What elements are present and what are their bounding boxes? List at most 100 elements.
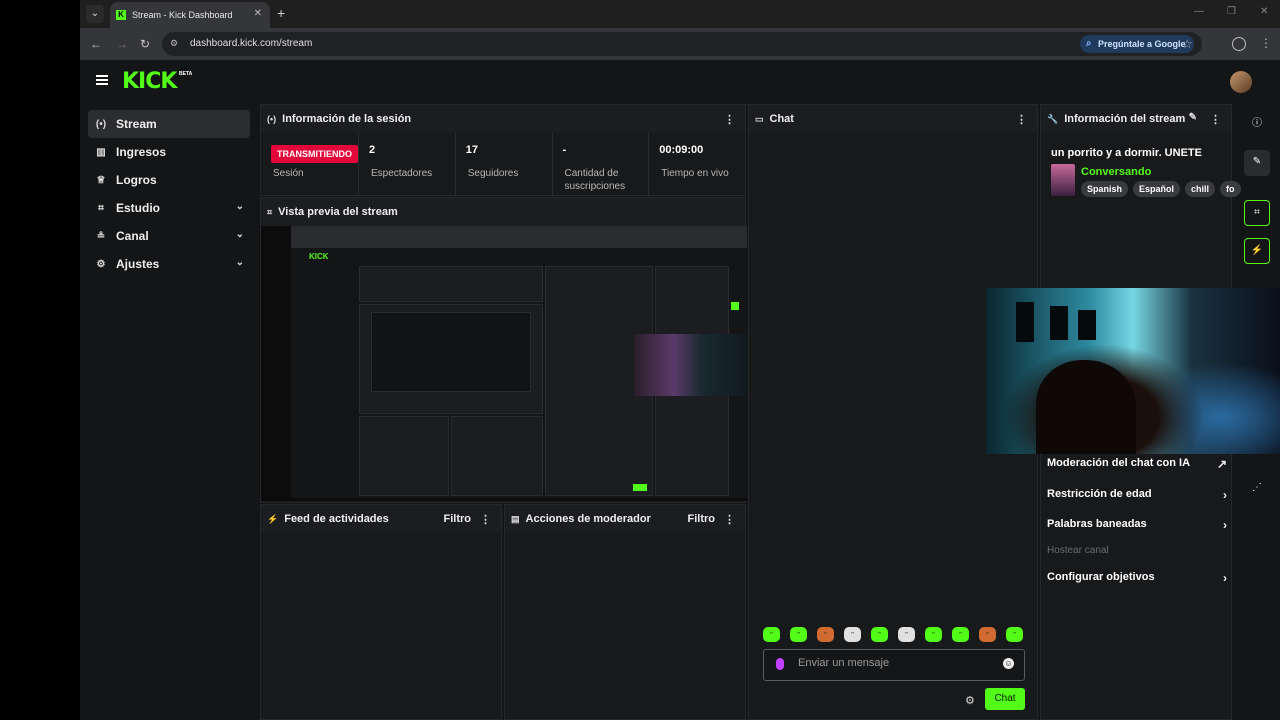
edit-pencil-icon[interactable]: ✎ [1244,150,1270,176]
chat-settings-gear-icon[interactable]: ⚙ [965,694,975,707]
wall-frame [1078,310,1096,340]
restore-icon[interactable]: ❐ [1227,6,1236,17]
lightning-icon: ⚡ [267,513,279,524]
emote-icon[interactable]: ᵔ [871,627,888,642]
ask-google-button[interactable]: Pregúntale a Google [1080,35,1194,53]
minimize-icon[interactable]: — [1194,6,1204,17]
preview-chat-button [633,484,647,491]
bookmark-star-icon[interactable]: ☆ [1182,37,1193,51]
info-icon[interactable]: ⓘ [1244,112,1270,138]
filter-button[interactable]: Filtro [444,513,472,525]
wall-frame [1050,306,1068,340]
panel-menu-icon[interactable]: ⋮ [724,513,735,526]
preview-logo: KICK [309,252,329,261]
tag-badge: Español [1133,181,1181,197]
sidebar-item-estudio[interactable]: ⌗ Estudio ⌄ [88,194,250,222]
moderator-actions-panel: ▤ Acciones de moderador Filtro ⋮ [504,504,746,720]
menu-ai-chat-moderation[interactable]: Moderación del chat con IA ↗ [1047,457,1227,479]
filter-button[interactable]: Filtro [688,513,716,525]
hamburger-menu-icon[interactable] [96,75,108,85]
panel-header: ⌗ Vista previa del stream [261,198,745,226]
wall-frame [1016,302,1034,342]
browser-profile-icon[interactable] [1232,37,1246,51]
preview-mini-panel [451,416,543,496]
stat-label: Seguidores [467,168,519,179]
chevron-right-icon: › [1223,518,1227,532]
menu-age-restriction[interactable]: Restricción de edad › [1047,488,1227,510]
broadcast-icon: (•) [267,114,277,124]
kick-logo[interactable]: KICK [122,69,177,94]
share-nodes-icon[interactable]: ⋰ [1244,476,1270,502]
chat-input-box: ☺ [763,649,1025,681]
user-avatar[interactable] [1230,71,1252,93]
sidebar-item-ingresos[interactable]: ▥ Ingresos [88,138,250,166]
emoji-icon[interactable]: ☺ [1003,658,1014,669]
capture-icon[interactable]: ⌗ [1244,200,1270,226]
menu-label: Configurar objetivos [1047,571,1155,583]
emote-bar: ᵔ ᵔ ᵔ ᵔ ᵔ ᵔ ᵔ ᵔ ᵔ ᵔ [763,627,1023,642]
new-tab-icon[interactable]: + [277,5,285,21]
sidebar-item-label: Ingresos [116,145,167,159]
stat-session: TRANSMITIENDO Sesión [261,133,359,195]
preview-mini-panel [359,266,543,302]
microphone-icon[interactable] [776,658,784,670]
browser-tab[interactable]: K Stream - Kick Dashboard ✕ [110,2,270,28]
wrench-icon: 🔧 [1047,113,1059,124]
stat-label: Tiempo en vivo [661,168,729,179]
emote-icon[interactable]: ᵔ [898,627,915,642]
browser-menu-icon[interactable]: ⋮ [1260,36,1272,50]
reload-icon[interactable]: ↻ [140,37,150,51]
menu-label: Moderación del chat con IA [1047,457,1191,469]
panel-menu-icon[interactable]: ⋮ [1210,113,1221,126]
stream-category[interactable]: Conversando [1081,166,1151,178]
menu-banned-words[interactable]: Palabras baneadas › [1047,518,1227,540]
sidebar-item-label: Stream [116,117,157,131]
forward-icon[interactable]: → [116,37,128,51]
sidebar-item-logros[interactable]: ♕ Logros [88,166,250,194]
emote-icon[interactable]: ᵔ [952,627,969,642]
site-info-icon[interactable]: ⚙ [170,38,178,49]
app-frame: ⌄ K Stream - Kick Dashboard ✕ + — ❐ ✕ ← … [80,0,1280,720]
stat-live-time: 00:09:00 Tiempo en vivo [649,133,745,195]
emote-icon[interactable]: ᵔ [763,627,780,642]
panel-menu-icon[interactable]: ⋮ [724,113,735,126]
chat-message-input[interactable] [798,657,988,669]
sidebar-item-canal[interactable]: ≗ Canal ⌄ [88,222,250,250]
send-chat-button[interactable]: Chat [985,688,1025,710]
emote-icon[interactable]: ᵔ [844,627,861,642]
trophy-icon: ♕ [96,174,106,186]
stream-preview-video[interactable]: KICK [261,226,747,501]
menu-configure-goals[interactable]: Configurar objetivos › [1047,571,1227,593]
panel-menu-icon[interactable]: ⋮ [480,513,491,526]
back-icon[interactable]: ← [90,37,102,51]
tab-title: Stream - Kick Dashboard [132,10,233,20]
emote-icon[interactable]: ᵔ [790,627,807,642]
preview-screen-capture: KICK [291,226,747,498]
tab-close-icon[interactable]: ✕ [254,8,262,19]
sidebar-item-stream[interactable]: (•) Stream [88,110,250,138]
emote-icon[interactable]: ᵔ [979,627,996,642]
stat-value: 2 [369,144,376,156]
address-bar[interactable]: ⚙ dashboard.kick.com/stream Pregúntale a… [162,32,1202,56]
panel-menu-icon[interactable]: ⋮ [1016,113,1027,126]
window-close-icon[interactable]: ✕ [1260,6,1268,17]
lightning-icon[interactable]: ⚡ [1244,238,1270,264]
emote-icon[interactable]: ᵔ [925,627,942,642]
emote-icon[interactable]: ᵔ [817,627,834,642]
emote-icon[interactable]: ᵔ [1006,627,1023,642]
stream-tags: Spanish Español chill fo [1081,181,1241,197]
sidebar-item-ajustes[interactable]: ⚙ Ajustes ⌄ [88,250,250,278]
chat-bubble-icon: ▭ [755,113,764,124]
activity-feed-panel: ⚡ Feed de actividades Filtro ⋮ [260,504,502,720]
tag-badge: Spanish [1081,181,1129,197]
chevron-down-icon: ⌄ [235,201,244,212]
panel-header: ▤ Acciones de moderador Filtro ⋮ [505,505,745,533]
edit-pencil-icon[interactable]: ✎ [1189,112,1197,123]
browser-tabbar: ⌄ K Stream - Kick Dashboard ✕ + — ❐ ✕ [80,0,1280,28]
chart-icon: ▥ [96,146,106,158]
tab-search-icon[interactable]: ⌄ [86,5,104,23]
session-info-panel: (•) Información de la sesión ⋮ TRANSMITI… [260,104,746,196]
stat-subscriptions: - Cantidad de suscripciones [553,133,650,195]
menu-label: Palabras baneadas [1047,518,1147,530]
preview-browser-bar [291,226,747,248]
